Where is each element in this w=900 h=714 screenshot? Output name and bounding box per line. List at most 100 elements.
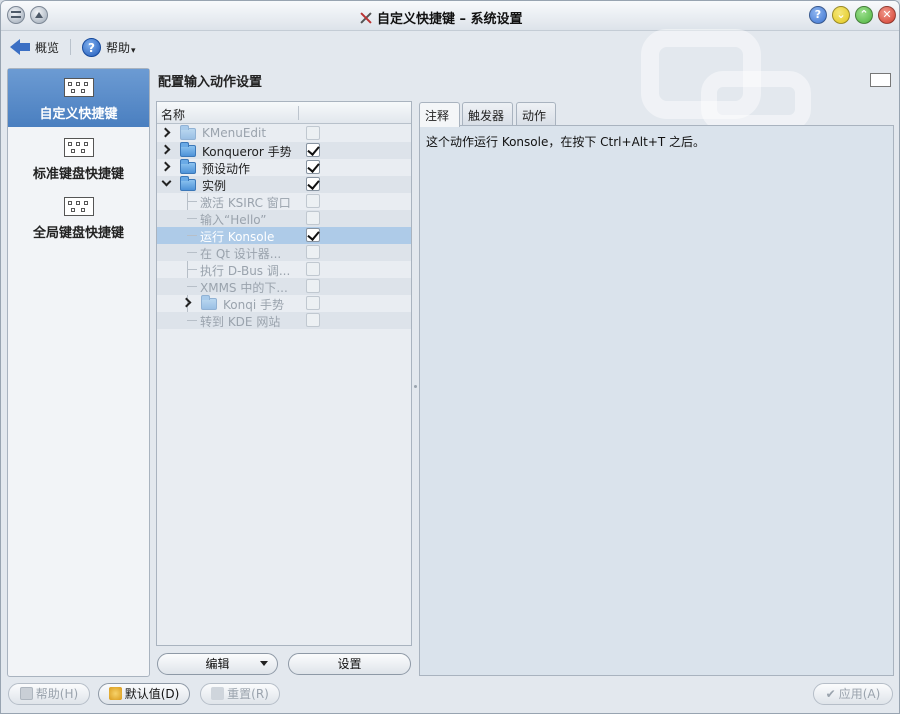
column-name-header[interactable]: 名称	[161, 108, 185, 122]
maximize-button[interactable]: ⌃	[855, 6, 873, 24]
help-icon	[19, 687, 33, 700]
tree-branch-line	[187, 286, 197, 287]
edit-menu-button[interactable]: 编辑	[157, 653, 278, 675]
tree-row-label: 激活 KSIRC 窗口	[200, 196, 291, 210]
tree-row-label: 转到 KDE 网站	[200, 315, 281, 329]
toolbar: 概览 ? 帮助 ▾	[1, 32, 899, 62]
sidebar-item-standard-shortcuts[interactable]: 标准键盘快捷键	[8, 129, 149, 187]
folder-icon	[180, 176, 196, 191]
folder-icon	[201, 295, 217, 310]
tab-label: 触发器	[468, 109, 505, 123]
tab-comment[interactable]: 注释	[419, 102, 460, 127]
tree-row-label: 执行 D-Bus 调...	[200, 264, 291, 278]
tab-label: 动作	[522, 109, 547, 123]
expand-arrow-icon[interactable]	[160, 144, 171, 155]
collapse-arrow-icon[interactable]	[161, 176, 172, 187]
close-button[interactable]: ✕	[878, 6, 896, 24]
close-icon: ✕	[882, 8, 892, 21]
tree-row[interactable]: XMMS 中的下...	[157, 278, 411, 295]
enabled-checkbox[interactable]	[306, 228, 320, 242]
keyboard-icon	[63, 138, 94, 157]
help-icon: ?	[82, 37, 101, 57]
tree-branch-line	[187, 235, 197, 236]
tree-row-label: Konqueror 手势	[202, 145, 292, 159]
reset-button-label: 重置(R)	[227, 687, 269, 701]
splitter-handle[interactable]	[414, 385, 417, 388]
tree-row-label: 在 Qt 设计器...	[200, 247, 282, 261]
tree-row-label: 预设动作	[202, 162, 251, 176]
actions-tree[interactable]: 名称 KMenuEdit Konqueror 手势 预设动作 实例 激活 KSI…	[156, 101, 412, 646]
minimize-button[interactable]: ⌄	[832, 6, 850, 24]
sidebar-item-label: 全局键盘快捷键	[32, 226, 124, 241]
reset-button[interactable]: 重置(R)	[200, 683, 280, 705]
context-help-button[interactable]: ?	[809, 6, 827, 24]
tree-row-selected[interactable]: 运行 Konsole	[157, 227, 411, 244]
tree-row[interactable]: 执行 D-Bus 调...	[157, 261, 411, 278]
settings-button[interactable]: 设置	[288, 653, 411, 675]
expand-arrow-icon[interactable]	[160, 161, 171, 172]
toolbar-separator	[70, 39, 71, 55]
tree-row[interactable]: 输入“Hello”	[157, 210, 411, 227]
enabled-checkbox[interactable]	[306, 211, 320, 225]
tab-action[interactable]: 动作	[516, 102, 556, 126]
maximize-icon: ⌃	[859, 8, 869, 21]
expand-arrow-icon[interactable]	[160, 127, 171, 138]
tree-row-label: 输入“Hello”	[200, 213, 267, 227]
check-icon: ✔	[825, 687, 836, 701]
help-menu-button[interactable]: ? 帮助 ▾	[82, 36, 136, 58]
window-title: 自定义快捷键 – 系统设置	[359, 8, 523, 27]
help-button-label: 帮助(H)	[35, 687, 79, 701]
tree-row-label: KMenuEdit	[202, 126, 267, 140]
keyboard-icon	[870, 73, 891, 87]
folder-icon	[180, 125, 196, 140]
sidebar-item-global-shortcuts[interactable]: 全局键盘快捷键	[8, 188, 149, 246]
enabled-checkbox[interactable]	[306, 245, 320, 259]
tree-header: 名称	[157, 102, 411, 124]
apply-button[interactable]: ✔ 应用(A)	[813, 683, 893, 705]
tree-row[interactable]: Konqueror 手势	[157, 142, 411, 159]
tree-row[interactable]: 激活 KSIRC 窗口	[157, 193, 411, 210]
expand-arrow-icon[interactable]	[181, 297, 192, 308]
help-button[interactable]: 帮助(H)	[8, 683, 90, 705]
enabled-checkbox[interactable]	[306, 126, 320, 140]
keep-above-button[interactable]	[30, 6, 48, 24]
chevron-down-icon	[260, 661, 268, 666]
folder-icon	[180, 159, 196, 174]
tree-row[interactable]: 预设动作	[157, 159, 411, 176]
tree-row[interactable]: KMenuEdit	[157, 125, 411, 142]
tree-row[interactable]: Konqi 手势	[157, 295, 411, 312]
tree-row[interactable]: 转到 KDE 网站	[157, 312, 411, 329]
keep-above-icon	[35, 12, 43, 18]
enabled-checkbox[interactable]	[306, 313, 320, 327]
tree-branch-line	[187, 201, 197, 202]
enabled-checkbox[interactable]	[306, 262, 320, 276]
page-title: 配置输入动作设置	[158, 75, 263, 90]
window-menu-button[interactable]	[7, 6, 25, 24]
enabled-checkbox[interactable]	[306, 143, 320, 157]
sidebar-item-label: 标准键盘快捷键	[32, 167, 124, 182]
tree-row-label: 实例	[202, 179, 227, 193]
tree-branch-line	[187, 320, 197, 321]
defaults-button[interactable]: 默认值(D)	[98, 683, 190, 705]
tree-row[interactable]: 在 Qt 设计器...	[157, 244, 411, 261]
tree-branch-line	[187, 269, 197, 270]
enabled-checkbox[interactable]	[306, 296, 320, 310]
reset-icon	[211, 687, 225, 700]
overview-button[interactable]: 概览	[10, 36, 59, 58]
enabled-checkbox[interactable]	[306, 160, 320, 174]
window-title-text: 自定义快捷键 – 系统设置	[377, 12, 523, 27]
column-divider	[298, 106, 299, 120]
comment-panel[interactable]: 这个动作运行 Konsole，在按下 Ctrl+Alt+T 之后。	[419, 125, 894, 676]
enabled-checkbox[interactable]	[306, 279, 320, 293]
tab-triggers[interactable]: 触发器	[462, 102, 513, 126]
tree-row[interactable]: 实例	[157, 176, 411, 193]
apply-button-label: 应用(A)	[838, 687, 881, 701]
tree-row-label: Konqi 手势	[223, 298, 284, 312]
sidebar-item-custom-shortcuts[interactable]: 自定义快捷键	[8, 69, 149, 127]
enabled-checkbox[interactable]	[306, 177, 320, 191]
enabled-checkbox[interactable]	[306, 194, 320, 208]
folder-icon	[180, 142, 196, 157]
edit-button-label: 编辑	[205, 657, 230, 671]
comment-text[interactable]: 这个动作运行 Konsole，在按下 Ctrl+Alt+T 之后。	[426, 133, 705, 150]
sidebar: 自定义快捷键 标准键盘快捷键 全局键盘快捷键	[7, 68, 150, 677]
